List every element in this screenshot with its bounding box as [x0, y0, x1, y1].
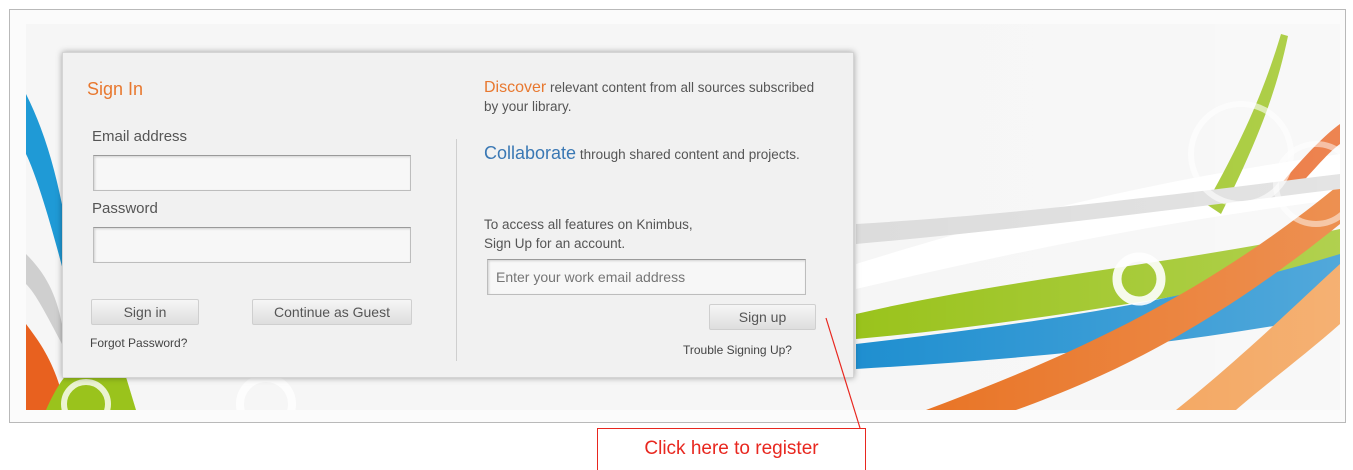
callout-pointer-line	[825, 317, 861, 429]
register-callout: Click here to register	[597, 428, 866, 470]
